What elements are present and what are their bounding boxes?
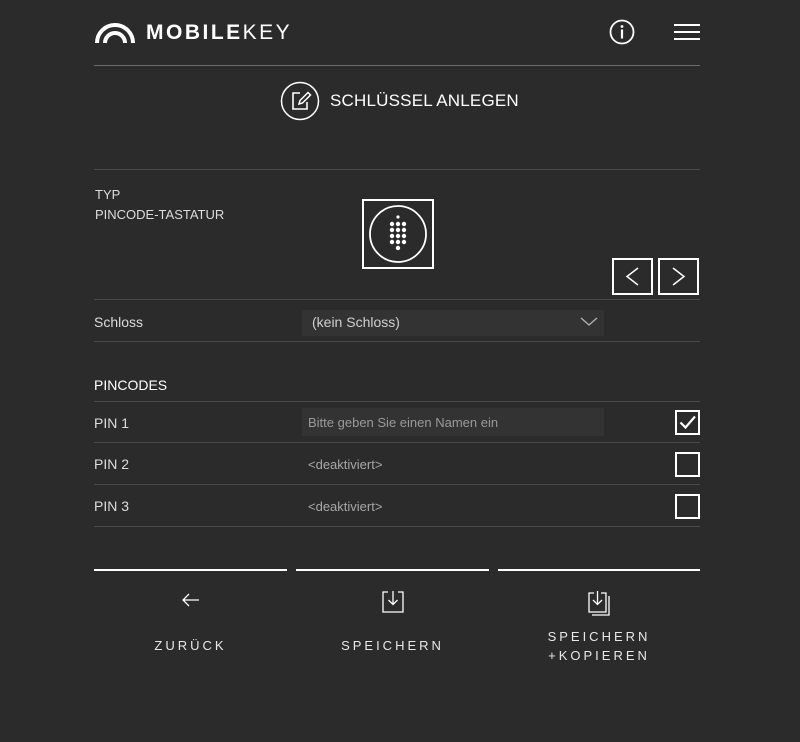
logo-text: MOBILEKEY <box>146 20 292 46</box>
hamburger-menu-icon <box>674 24 700 40</box>
divider <box>94 169 700 170</box>
chevron-right-icon <box>672 267 686 286</box>
info-icon <box>609 19 635 45</box>
key-type-image <box>362 199 434 269</box>
logo-text-bold: MOBILE <box>146 21 243 44</box>
save-button[interactable]: SPEICHERN <box>296 569 489 679</box>
lock-label: Schloss <box>94 314 144 330</box>
back-button[interactable]: ZURÜCK <box>94 569 287 679</box>
lock-select-value: (kein Schloss) <box>312 314 400 330</box>
save-copy-icon <box>588 591 610 616</box>
menu-button[interactable] <box>674 22 700 42</box>
save-copy-label-line2: +KOPIEREN <box>548 648 650 663</box>
divider <box>94 401 700 402</box>
logo-text-light: KEY <box>242 21 293 44</box>
arrow-left-icon <box>182 593 199 607</box>
divider <box>94 526 700 527</box>
type-value: PINCODE-TASTATUR <box>95 207 225 222</box>
save-and-copy-button[interactable]: SPEICHERN +KOPIEREN <box>498 569 700 679</box>
info-button[interactable] <box>609 19 635 45</box>
app-header: MOBILEKEY <box>94 0 700 66</box>
chevron-left-icon <box>625 267 639 286</box>
pin-1-label: PIN 1 <box>94 415 130 431</box>
divider <box>94 299 700 300</box>
logo[interactable]: MOBILEKEY <box>94 20 292 46</box>
pin-2-status: <deaktiviert> <box>308 457 383 472</box>
divider <box>94 341 700 342</box>
save-copy-label-line1: SPEICHERN <box>547 629 651 644</box>
next-type-button[interactable] <box>658 258 699 295</box>
page-title-text: SCHLÜSSEL ANLEGEN <box>330 91 519 110</box>
logo-arc-icon <box>95 23 135 44</box>
keypad-icon <box>369 205 427 263</box>
save-icon <box>382 591 404 613</box>
pin-3-status: <deaktiviert> <box>308 499 383 514</box>
page-title: SCHLÜSSEL ANLEGEN <box>280 81 519 121</box>
pin-3-checkbox[interactable] <box>675 494 700 519</box>
checkmark-icon <box>679 415 696 430</box>
chevron-down-icon <box>580 317 598 326</box>
back-label: ZURÜCK <box>154 638 227 653</box>
prev-type-button[interactable] <box>612 258 653 295</box>
pin-3-label: PIN 3 <box>94 498 130 514</box>
pin-1-checkbox[interactable] <box>675 410 700 435</box>
edit-icon <box>280 81 320 121</box>
lock-select[interactable]: (kein Schloss) <box>302 310 604 336</box>
divider <box>94 484 700 485</box>
type-label: TYP <box>95 187 121 202</box>
pincodes-title: PINCODES <box>94 377 168 393</box>
divider <box>94 442 700 443</box>
save-label: SPEICHERN <box>341 638 444 653</box>
pin-1-name-input[interactable] <box>302 408 604 436</box>
pin-2-label: PIN 2 <box>94 456 130 472</box>
pin-2-checkbox[interactable] <box>675 452 700 477</box>
